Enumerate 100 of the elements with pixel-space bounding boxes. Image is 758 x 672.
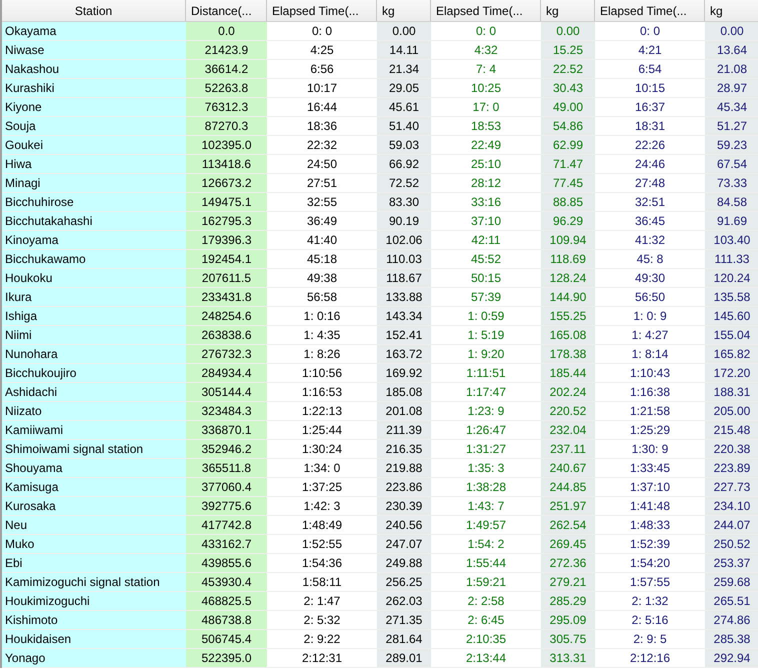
table-cell: Kamiiwami <box>2 421 186 440</box>
table-cell: 143.34 <box>377 307 431 326</box>
table-cell: 262.54 <box>541 516 595 535</box>
table-cell: 259.68 <box>705 573 758 592</box>
table-cell: 87270.3 <box>186 117 267 136</box>
table-cell: 14.11 <box>377 41 431 60</box>
table-cell: Kinoyama <box>2 231 186 250</box>
table-cell: 0.00 <box>705 22 758 41</box>
table-cell: 67.54 <box>705 155 758 174</box>
table-cell: 453930.4 <box>186 573 267 592</box>
table-cell: 135.58 <box>705 288 758 307</box>
table-cell: 185.08 <box>377 383 431 402</box>
table-cell: 253.37 <box>705 554 758 573</box>
table-cell: Kurosaka <box>2 497 186 516</box>
table-cell: 66.92 <box>377 155 431 174</box>
table-cell: Ebi <box>2 554 186 573</box>
column-header[interactable]: kg <box>705 0 758 22</box>
table-cell: 223.86 <box>377 478 431 497</box>
column-header[interactable]: Station <box>2 0 186 22</box>
column-header[interactable]: Elapsed Time(... <box>431 0 541 22</box>
table-cell: 188.31 <box>705 383 758 402</box>
table-cell: 240.67 <box>541 459 595 478</box>
column-header[interactable]: Elapsed Time(... <box>595 0 705 22</box>
table-cell: 45.61 <box>377 98 431 117</box>
table-cell: 155.25 <box>541 307 595 326</box>
table-cell: Houkimizoguchi <box>2 592 186 611</box>
table-cell: 265.51 <box>705 592 758 611</box>
table-cell: 244.07 <box>705 516 758 535</box>
table-cell: 223.89 <box>705 459 758 478</box>
table-cell: 215.48 <box>705 421 758 440</box>
table-cell: 110.03 <box>377 250 431 269</box>
table-cell: Goukei <box>2 136 186 155</box>
table-cell: 352946.2 <box>186 440 267 459</box>
table-cell: 162795.3 <box>186 212 267 231</box>
table-cell: Niimi <box>2 326 186 345</box>
table-cell: 73.33 <box>705 174 758 193</box>
table-cell: 30.43 <box>541 79 595 98</box>
table-cell: Kamisuga <box>2 478 186 497</box>
table-cell: 336870.1 <box>186 421 267 440</box>
table-cell: 144.90 <box>541 288 595 307</box>
table-cell: 165.08 <box>541 326 595 345</box>
table-cell: Shouyama <box>2 459 186 478</box>
table-cell: 205.00 <box>705 402 758 421</box>
table-cell: 281.64 <box>377 630 431 649</box>
table-cell: 220.52 <box>541 402 595 421</box>
table-cell: 292.94 <box>705 649 758 668</box>
table-cell: 244.85 <box>541 478 595 497</box>
table-cell: Niwase <box>2 41 186 60</box>
table-cell: 263838.6 <box>186 326 267 345</box>
table-cell: 145.60 <box>705 307 758 326</box>
table-cell: 103.40 <box>705 231 758 250</box>
table-cell: 468825.5 <box>186 592 267 611</box>
table-cell: 88.85 <box>541 193 595 212</box>
table-cell: 128.24 <box>541 269 595 288</box>
table-cell: 365511.8 <box>186 459 267 478</box>
table-cell: 120.24 <box>705 269 758 288</box>
table-cell: 230.39 <box>377 497 431 516</box>
table-cell: 417742.8 <box>186 516 267 535</box>
table-cell: 152.41 <box>377 326 431 345</box>
table-cell: 155.04 <box>705 326 758 345</box>
table-cell: 256.25 <box>377 573 431 592</box>
table-cell: 149475.1 <box>186 193 267 212</box>
table-cell: 272.36 <box>541 554 595 573</box>
table-cell: Kishimoto <box>2 611 186 630</box>
table-cell: 118.69 <box>541 250 595 269</box>
table-cell: Shimoiwami signal station <box>2 440 186 459</box>
table-cell: 279.21 <box>541 573 595 592</box>
table-cell: 305.75 <box>541 630 595 649</box>
table-cell: 219.88 <box>377 459 431 478</box>
table-cell: 126673.2 <box>186 174 267 193</box>
table-cell: 232.04 <box>541 421 595 440</box>
table-cell: 71.47 <box>541 155 595 174</box>
table-cell: 133.88 <box>377 288 431 307</box>
table-cell: Kurashiki <box>2 79 186 98</box>
table-cell: Nakashou <box>2 60 186 79</box>
table-cell: 54.86 <box>541 117 595 136</box>
table-cell: 249.88 <box>377 554 431 573</box>
table-cell: 262.03 <box>377 592 431 611</box>
column-header[interactable]: kg <box>377 0 431 22</box>
table-cell: 250.52 <box>705 535 758 554</box>
column-header[interactable]: Distance(... <box>186 0 267 22</box>
column-header[interactable]: Elapsed Time(... <box>267 0 377 22</box>
table-cell: 178.38 <box>541 345 595 364</box>
table-cell: 91.69 <box>705 212 758 231</box>
table-cell: 276732.3 <box>186 345 267 364</box>
table-cell: 172.20 <box>705 364 758 383</box>
table-cell: 233431.8 <box>186 288 267 307</box>
table-cell: 274.86 <box>705 611 758 630</box>
table-cell: 36614.2 <box>186 60 267 79</box>
table-cell: 76312.3 <box>186 98 267 117</box>
table-cell: 285.38 <box>705 630 758 649</box>
table-cell: 29.05 <box>377 79 431 98</box>
table-cell: 169.92 <box>377 364 431 383</box>
table-cell: Houkoku <box>2 269 186 288</box>
table-cell: Hiwa <box>2 155 186 174</box>
table-cell: 201.08 <box>377 402 431 421</box>
table-cell: 51.40 <box>377 117 431 136</box>
column-header[interactable]: kg <box>541 0 595 22</box>
table-cell: 285.29 <box>541 592 595 611</box>
table-cell: Okayama <box>2 22 186 41</box>
